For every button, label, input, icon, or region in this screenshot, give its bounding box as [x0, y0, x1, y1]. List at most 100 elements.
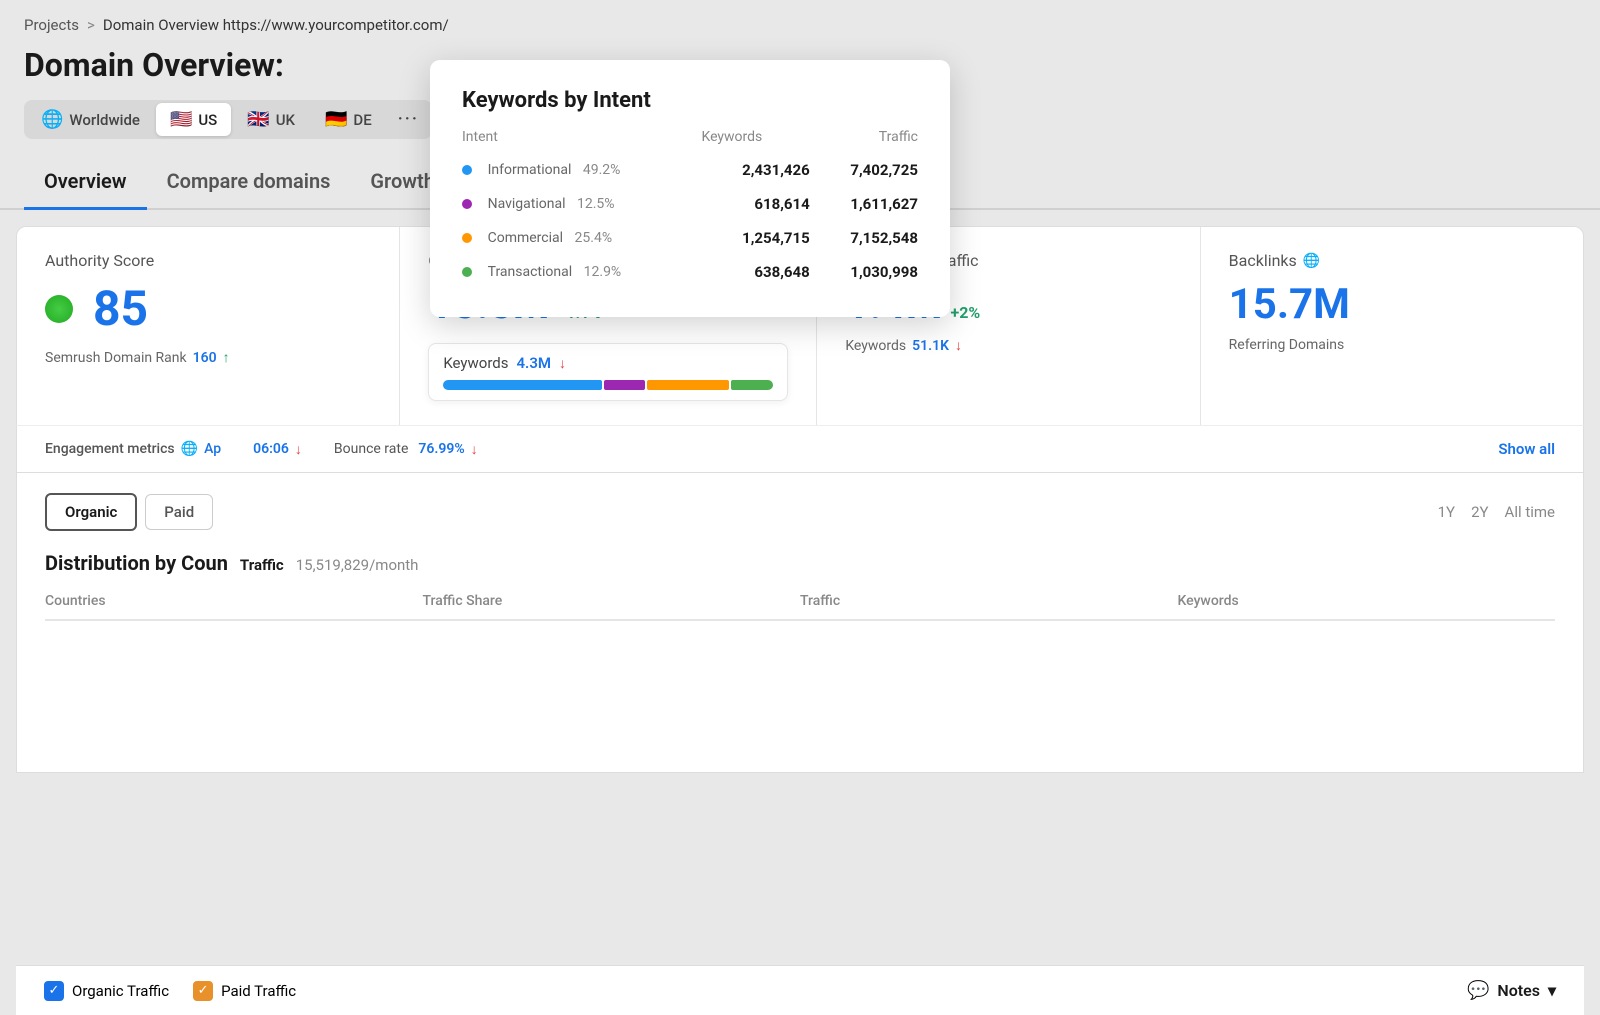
th-keywords: Keywords: [701, 129, 809, 153]
paid-keywords-label: Keywords: [845, 338, 906, 354]
commercial-dot-icon: [462, 233, 472, 243]
intent-row-transactional: Transactional 12.9% 638,648 1,030,998: [462, 255, 918, 289]
traffic-value: 15,519,829/month: [296, 556, 419, 574]
kw-seg-informational: [443, 380, 602, 390]
time-tab-1y[interactable]: 1Y: [1438, 503, 1455, 521]
navigational-intent: Navigational 12.5%: [488, 187, 702, 221]
navigational-keywords: 618,614: [701, 187, 809, 221]
bounce-down-icon: ↓: [471, 441, 478, 458]
data-tab-row: Organic Paid 1Y 2Y All time: [45, 493, 1555, 531]
more-regions-button[interactable]: ···: [388, 103, 429, 136]
engagement-globe-icon: 🌐: [181, 441, 198, 457]
th-keywords-header: Keywords: [1178, 593, 1556, 609]
keywords-bar-value: 4.3M: [516, 354, 551, 372]
notes-icon: 💬: [1467, 980, 1489, 1001]
region-tab-de[interactable]: 🇩🇪 DE: [311, 103, 386, 136]
notes-button[interactable]: 💬 Notes ▾: [1467, 980, 1556, 1001]
bounce-rate-metric: Bounce rate 76.99% ↓: [334, 441, 478, 458]
kw-seg-navigational: [604, 380, 645, 390]
region-tab-us[interactable]: 🇺🇸 US: [156, 103, 231, 136]
paid-keywords-down-icon: ↓: [955, 337, 962, 354]
worldwide-label: Worldwide: [69, 111, 140, 129]
domain-rank-arrow: ↑: [223, 349, 230, 366]
popup-title: Keywords by Intent: [462, 88, 918, 113]
informational-dot-cell: [462, 153, 488, 187]
authority-score-label: Authority Score: [45, 251, 371, 270]
bounce-rate-value: 76.99%: [418, 441, 464, 457]
authority-score-value: 85: [93, 280, 148, 337]
main-content: Authority Score 85 Semrush Domain Rank 1…: [0, 226, 1600, 773]
paid-keywords-row: Keywords 51.1K ↓: [845, 337, 1171, 354]
th-intent: Intent: [462, 129, 701, 153]
th-traffic: Traffic: [810, 129, 918, 153]
transactional-intent: Transactional 12.9%: [488, 255, 702, 289]
backlinks-value-row: 15.7M: [1229, 280, 1555, 329]
time-on-site-metric: 06:06 ↓: [253, 441, 302, 458]
paid-keywords-value: 51.1K: [912, 338, 949, 354]
engagement-bar: Engagement metrics 🌐 Ap 06:06 ↓ Bounce r…: [16, 425, 1584, 473]
distribution-title: Distribution by Coun: [45, 551, 228, 575]
time-tab-2y[interactable]: 2Y: [1471, 503, 1488, 521]
keywords-by-intent-popup: Keywords by Intent Intent Keywords Traff…: [430, 60, 950, 317]
transactional-dot-icon: [462, 267, 472, 277]
referring-domains-label: Referring Domains: [1229, 337, 1345, 353]
backlinks-value: 15.7M: [1229, 280, 1350, 329]
th-countries: Countries: [45, 593, 423, 609]
transactional-traffic: 1,030,998: [810, 255, 918, 289]
bounce-rate-label: Bounce rate: [334, 441, 408, 457]
de-label: DE: [353, 111, 371, 129]
breadcrumb-current: Domain Overview https://www.yourcompetit…: [103, 16, 449, 34]
intent-row-informational: Informational 49.2% 2,431,426 7,402,725: [462, 153, 918, 187]
transactional-keywords: 638,648: [701, 255, 809, 289]
notes-label: Notes: [1497, 981, 1540, 1000]
organic-traffic-legend[interactable]: ✓ Organic Traffic: [44, 981, 169, 1001]
time-on-site-value: 06:06: [253, 441, 289, 457]
worldwide-globe-icon: 🌐: [41, 109, 63, 130]
commercial-dot-cell: [462, 221, 488, 255]
breadcrumb-separator: >: [87, 16, 95, 34]
kw-seg-transactional: [731, 380, 773, 390]
th-traffic-share: Traffic Share: [423, 593, 801, 609]
uk-flag-icon: 🇬🇧: [247, 109, 269, 130]
tab-overview[interactable]: Overview: [24, 155, 147, 210]
keywords-intent-table: Intent Keywords Traffic Informational 49…: [462, 129, 918, 289]
traffic-section-label: Traffic: [240, 556, 284, 574]
keywords-intent-bar: [443, 380, 773, 390]
keywords-bar-label: Keywords: [443, 354, 508, 372]
paid-traffic-legend-label: Paid Traffic: [221, 982, 296, 1000]
keywords-down-icon: ↓: [559, 355, 566, 372]
informational-traffic: 7,402,725: [810, 153, 918, 187]
domain-rank-value: 160: [193, 350, 217, 366]
organic-traffic-legend-label: Organic Traffic: [72, 982, 169, 1000]
intent-row-navigational: Navigational 12.5% 618,614 1,611,627: [462, 187, 918, 221]
bottom-section: Organic Paid 1Y 2Y All time Distribution…: [16, 473, 1584, 773]
paid-check-icon: ✓: [193, 981, 213, 1001]
region-tab-uk[interactable]: 🇬🇧 UK: [233, 103, 309, 136]
time-tab-alltime[interactable]: All time: [1505, 503, 1555, 521]
uk-label: UK: [276, 111, 295, 129]
intent-row-commercial: Commercial 25.4% 1,254,715 7,152,548: [462, 221, 918, 255]
us-label: US: [198, 111, 217, 129]
show-all-button[interactable]: Show all: [1498, 440, 1555, 458]
paid-traffic-legend[interactable]: ✓ Paid Traffic: [193, 981, 296, 1001]
engagement-metrics-label: Engagement metrics 🌐 Ap: [45, 441, 221, 457]
region-tab-worldwide[interactable]: 🌐 Worldwide: [27, 103, 154, 136]
navigational-traffic: 1,611,627: [810, 187, 918, 221]
navigational-dot-cell: [462, 187, 488, 221]
notes-chevron-icon: ▾: [1548, 981, 1556, 1000]
table-header: Countries Traffic Share Traffic Keywords: [45, 583, 1555, 621]
navigational-dot-icon: [462, 199, 472, 209]
de-flag-icon: 🇩🇪: [325, 109, 347, 130]
breadcrumb: Projects > Domain Overview https://www.y…: [0, 0, 1600, 42]
paid-tab[interactable]: Paid: [145, 494, 213, 530]
breadcrumb-projects[interactable]: Projects: [24, 16, 79, 34]
organic-tab[interactable]: Organic: [45, 493, 137, 531]
tab-compare-domains[interactable]: Compare domains: [147, 155, 351, 210]
backlinks-globe-icon: 🌐: [1303, 253, 1320, 269]
organic-check-icon: ✓: [44, 981, 64, 1001]
time-filter-tabs: 1Y 2Y All time: [1438, 503, 1555, 521]
paid-traffic-change: +2%: [950, 303, 980, 322]
us-flag-icon: 🇺🇸: [170, 109, 192, 130]
backlinks-label: Backlinks 🌐: [1229, 251, 1555, 270]
authority-circle-icon: [45, 295, 73, 323]
